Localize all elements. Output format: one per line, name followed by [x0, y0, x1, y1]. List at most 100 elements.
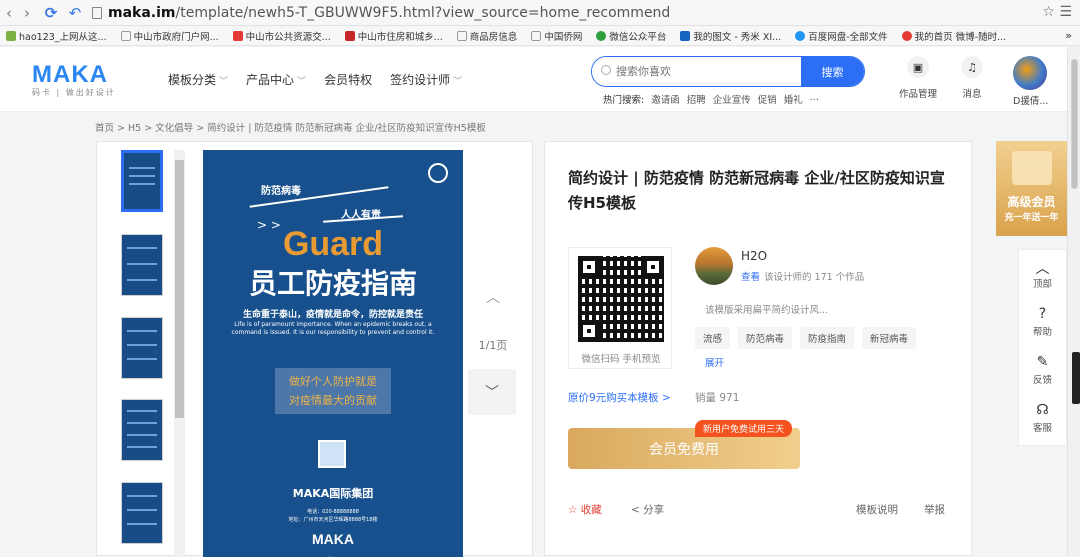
page-down-button[interactable]: ﹀ [468, 369, 516, 415]
bookmark-item[interactable]: 我的图文 - 秀米 XI... [680, 29, 781, 43]
bookmark-item[interactable]: 微信公众平台 [596, 29, 666, 43]
url-path: /template/newh5-T_GBUWW9F5.html?view_sou… [175, 4, 671, 21]
hao123-icon [6, 30, 16, 41]
nav-product-center[interactable]: 产品中心 ﹀ [246, 71, 306, 88]
forward-icon[interactable]: › [18, 4, 36, 22]
maka-logo[interactable]: MAKA 码卡 | 做出好设计 [32, 61, 116, 98]
breadcrumb[interactable]: 首页 > H5 > 文化倡导 > 简约设计 | 防范疫情 防范新冠病毒 企业/社… [95, 120, 486, 134]
bookmark-item[interactable]: 商品房信息 [456, 29, 517, 43]
qr-corner [578, 320, 600, 342]
designer-avatar[interactable] [695, 247, 733, 285]
star-icon[interactable]: ☆ [1042, 4, 1055, 20]
hot-more[interactable]: ... [810, 92, 819, 106]
bookmark-item[interactable]: 中山市住房和城乡... [344, 29, 443, 43]
page-scrollbar[interactable] [1067, 47, 1080, 556]
nav-template-category[interactable]: 模板分类 ﹀ [168, 71, 228, 88]
bookmark-item[interactable]: 中山市公共资源交... [232, 29, 331, 43]
search-input[interactable] [592, 57, 801, 86]
hot-item[interactable]: 婚礼 [784, 92, 803, 106]
designer-name[interactable]: H2O [741, 249, 767, 263]
page-icon [456, 30, 467, 41]
hot-item[interactable]: 企业宣传 [713, 92, 751, 106]
hot-item[interactable]: 招聘 [687, 92, 706, 106]
tag[interactable]: 防疫指南 [800, 327, 855, 349]
designer-view-link[interactable]: 查看 [741, 272, 760, 283]
chevron-down-icon: ﹀ [453, 77, 463, 87]
qr-caption: 微信扫码 手机预览 [581, 354, 661, 365]
poster-logo-icon [428, 163, 448, 183]
thumbnail-page-2[interactable] [121, 234, 163, 296]
thumbnail-scrollbar[interactable] [174, 150, 185, 557]
page-controls: ︿ 1/1页 ﹀ [468, 287, 518, 415]
bookmark-item[interactable]: hao123_上网从这... [6, 29, 107, 43]
url-field[interactable]: maka.im /template/newh5-T_GBUWW9F5.html?… [92, 5, 670, 21]
vip-subtitle: 充一年送一年 [1004, 213, 1059, 223]
back-icon[interactable]: ‹ [0, 4, 18, 22]
bookmark-item[interactable]: 中山市政府门户网... [120, 29, 219, 43]
nav-signed-designer[interactable]: 签约设计师 ﹀ [390, 71, 462, 88]
hot-item[interactable]: 促销 [758, 92, 777, 106]
back-to-top-button[interactable]: ︿ 顶部 [1019, 250, 1066, 298]
poster-title: 员工防疫指南 [248, 267, 417, 300]
report-link[interactable]: 举报 [924, 502, 945, 517]
scrollbar-thumb[interactable] [1071, 59, 1078, 189]
tag[interactable]: 防范病毒 [738, 327, 793, 349]
user-name[interactable]: D援倩... [1013, 93, 1048, 107]
expand-link[interactable]: 展开 [705, 355, 724, 369]
favorite-button[interactable]: ☆ 收藏 [568, 502, 602, 517]
messages-button[interactable]: ♫ 消息 [948, 56, 996, 100]
side-toolbar: ︿ 顶部 ? 帮助 ✎ 反馈 ☊ 客服 [1018, 249, 1067, 446]
site-header: MAKA 码卡 | 做出好设计 模板分类 ﹀ 产品中心 ﹀ 会员特权 签约设计师 ﹀ … [0, 47, 1080, 112]
template-guide-link[interactable]: 模板说明 [856, 502, 898, 517]
tag[interactable]: 流感 [695, 327, 731, 349]
template-info-panel: 简约设计 | 防范疫情 防范新冠病毒 企业/社区防疫知识宣传H5模板 微信扫码 … [544, 141, 972, 556]
browser-address-bar: ‹ › ⟳ ↶ maka.im /template/newh5-T_GBUWW9… [0, 0, 1080, 26]
designer-works-text: 该设计师的 171 个作品 [764, 272, 865, 283]
help-icon: ? [1038, 306, 1047, 322]
hot-item[interactable]: 邀请函 [651, 92, 680, 106]
edge-widget [1072, 352, 1080, 404]
page-count: 1/1页 [478, 339, 508, 352]
chevron-up-icon: ︿ [1035, 261, 1050, 277]
bookmark-item[interactable]: 我的首页 微博-随时... [901, 29, 1006, 43]
customer-service-button[interactable]: ☊ 客服 [1019, 394, 1066, 442]
bell-icon: ♫ [961, 56, 983, 78]
image-icon: ▣ [907, 56, 929, 78]
refresh-icon[interactable]: ⟳ [42, 4, 60, 22]
feedback-button[interactable]: ✎ 反馈 [1019, 346, 1066, 394]
user-avatar[interactable] [1013, 56, 1047, 90]
bookmark-item[interactable]: 百度网盘-全部文件 [795, 29, 888, 43]
page-thumbnails [97, 142, 185, 557]
search-icon [601, 65, 611, 75]
designer-works: 查看 该设计师的 171 个作品 [741, 269, 864, 283]
vip-promo-card[interactable]: 高级会员 充一年送一年 [996, 141, 1067, 236]
search-button[interactable]: 搜索 [801, 57, 864, 86]
poster-company: MAKA国际集团 [292, 487, 374, 500]
logo-subtitle: 码卡 | 做出好设计 [32, 88, 116, 97]
gov-icon [232, 30, 243, 41]
thumbnail-page-3[interactable] [121, 317, 163, 379]
poster-en-line: Life is of paramount importance. When an… [231, 321, 435, 336]
preview-panel: 防范病毒 人人有责 > > Guard 员工防疫指南 生命重于泰山，疫情就是命令… [96, 141, 533, 557]
template-preview[interactable]: 防范病毒 人人有责 > > Guard 员工防疫指南 生命重于泰山，疫情就是命令… [203, 150, 463, 557]
undo-icon[interactable]: ↶ [66, 4, 84, 22]
share-button[interactable]: < 分享 [631, 502, 664, 517]
thumbnail-page-5[interactable] [121, 482, 163, 544]
help-button[interactable]: ? 帮助 [1019, 298, 1066, 346]
thumbnail-page-1[interactable] [121, 150, 163, 212]
hot-searches: 热门搜索: 邀请函 招聘 企业宣传 促销 婚礼 ... [603, 92, 826, 106]
bookmarks-more[interactable]: » [1065, 29, 1072, 42]
buy-template-link[interactable]: 原价9元购买本模板 > [568, 390, 671, 405]
browser-menu[interactable]: ☆ ☰ [1042, 4, 1072, 20]
xiumi-icon [680, 30, 691, 41]
nav-vip[interactable]: 会员特权 [324, 71, 372, 88]
thumbnail-scrollbar-thumb[interactable] [175, 160, 184, 418]
bookmark-item[interactable]: 中国侨网 [531, 29, 582, 43]
tag[interactable]: 新冠病毒 [862, 327, 917, 349]
menu-icon[interactable]: ☰ [1059, 4, 1072, 20]
poster-address: 地址：广州市天河区华晖路8888号18楼 [288, 517, 378, 523]
thumbnail-page-4[interactable] [121, 399, 163, 461]
page-up-button[interactable]: ︿ [468, 287, 518, 307]
works-manage-button[interactable]: ▣ 作品管理 [894, 56, 942, 100]
chevron-down-icon: ﹀ [297, 77, 307, 87]
